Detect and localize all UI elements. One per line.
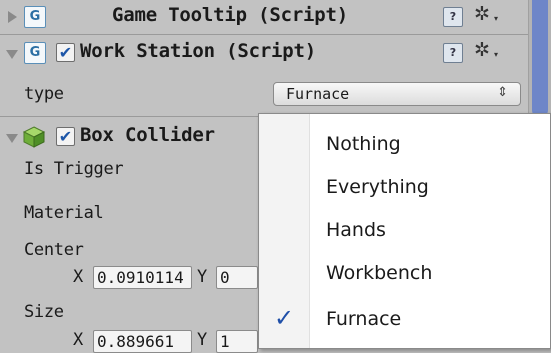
box-collider-enabled-checkbox[interactable]: ✔ xyxy=(56,127,75,146)
gear-icon[interactable]: ✲ xyxy=(474,3,490,25)
menu-item-label: Furnace xyxy=(326,308,402,330)
menu-item-label: Nothing xyxy=(326,133,401,155)
foldout-arrow-icon[interactable] xyxy=(6,50,18,59)
menu-item-nothing[interactable]: Nothing xyxy=(259,124,550,164)
is-trigger-label: Is Trigger xyxy=(24,159,124,179)
size-y-label: Y xyxy=(197,330,207,350)
foldout-arrow-icon[interactable] xyxy=(8,11,17,23)
size-y-field[interactable]: 1 xyxy=(216,330,258,353)
type-select[interactable]: Furnace ⇕ xyxy=(273,82,521,106)
menu-item-label: Hands xyxy=(326,219,386,241)
type-label: type xyxy=(24,84,64,104)
help-icon[interactable]: ? xyxy=(443,43,463,63)
game-tooltip-title: Game Tooltip (Script) xyxy=(112,4,349,26)
menu-item-hands[interactable]: Hands xyxy=(259,210,550,250)
size-x-label: X xyxy=(73,330,83,350)
center-label: Center xyxy=(24,240,84,260)
work-station-enabled-checkbox[interactable]: ✔ xyxy=(56,43,75,62)
gear-dropdown-arrow-icon[interactable]: ▾ xyxy=(494,50,498,59)
script-icon: G xyxy=(24,42,46,64)
box-collider-title: Box Collider xyxy=(80,124,215,146)
gear-dropdown-arrow-icon[interactable]: ▾ xyxy=(494,14,498,23)
foldout-arrow-icon[interactable] xyxy=(6,134,18,143)
menu-item-label: Everything xyxy=(326,176,429,198)
scrollbar-thumb[interactable] xyxy=(532,0,548,118)
cube-icon xyxy=(22,126,46,148)
material-label: Material xyxy=(24,203,104,223)
menu-item-label: Workbench xyxy=(326,262,433,284)
type-dropdown-menu: Nothing Everything Hands Workbench ✓ Fur… xyxy=(258,113,551,349)
checkmark-icon: ✓ xyxy=(274,304,295,332)
size-label: Size xyxy=(24,302,64,322)
center-y-label: Y xyxy=(197,267,207,287)
game-tooltip-header[interactable]: G Game Tooltip (Script) ? ✲ ▾ xyxy=(0,0,528,34)
center-y-field[interactable]: 0 xyxy=(216,266,258,289)
size-x-field[interactable]: 0.889661 xyxy=(93,330,192,353)
menu-item-furnace[interactable]: ✓ Furnace xyxy=(259,299,550,339)
gear-icon[interactable]: ✲ xyxy=(474,39,490,61)
type-select-value: Furnace xyxy=(286,85,350,103)
work-station-header[interactable]: G ✔ Work Station (Script) ? ✲ ▾ xyxy=(0,36,528,70)
help-icon[interactable]: ? xyxy=(443,7,463,27)
center-x-field[interactable]: 0.0910114 xyxy=(93,266,192,289)
script-icon: G xyxy=(24,6,46,28)
divider xyxy=(0,34,528,35)
menu-item-everything[interactable]: Everything xyxy=(259,167,550,207)
center-x-label: X xyxy=(73,267,83,287)
work-station-title: Work Station (Script) xyxy=(80,40,317,62)
select-arrows-icon: ⇕ xyxy=(497,85,508,100)
menu-item-workbench[interactable]: Workbench xyxy=(259,253,550,293)
